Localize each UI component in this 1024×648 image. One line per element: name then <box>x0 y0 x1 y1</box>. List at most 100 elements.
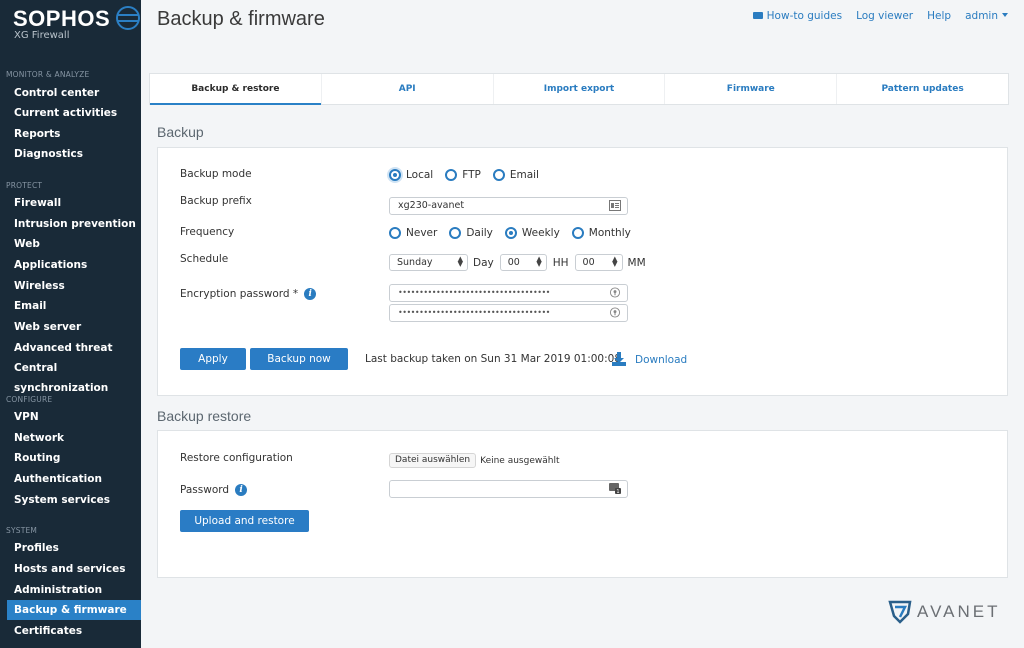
sidebar-item-reports[interactable]: Reports <box>7 124 141 144</box>
sidebar-item-email[interactable]: Email <box>7 296 141 316</box>
confirm-password-input[interactable]: •••••••••••••••••••••••••••••••••••• <box>389 304 628 322</box>
confirm-password-mask: •••••••••••••••••••••••••••••••••••• <box>398 308 550 317</box>
sidebar-item-hosts-and-services[interactable]: Hosts and services <box>7 559 141 579</box>
password-mask: •••••••••••••••••••••••••••••••••••• <box>398 288 550 297</box>
sidebar-item-routing[interactable]: Routing <box>7 448 141 468</box>
video-camera-icon <box>752 12 763 19</box>
key-icon <box>609 307 621 318</box>
radio-empty-icon <box>389 227 401 239</box>
tab-api[interactable]: API <box>322 74 494 104</box>
sidebar-item-system-services[interactable]: System services <box>7 490 141 510</box>
sidebar-item-web-server[interactable]: Web server <box>7 317 141 337</box>
brand-name: SOPHOS <box>13 6 111 31</box>
sidebar-item-backup-firmware[interactable]: Backup & firmware <box>7 600 141 620</box>
minute-select[interactable]: 00 ▲ ▼ <box>574 254 623 271</box>
radio-selected-icon <box>389 169 401 181</box>
sidebar-item-applications[interactable]: Applications <box>7 255 141 275</box>
user-menu[interactable]: admin <box>965 10 1008 22</box>
sidebar-item-authentication[interactable]: Authentication <box>7 469 141 489</box>
frequency-label: Frequency <box>180 226 235 238</box>
log-viewer-link[interactable]: Log viewer <box>856 10 913 22</box>
radio-selected-icon <box>504 227 517 239</box>
radio-daily-label: Daily <box>466 227 493 239</box>
download-label: Download <box>635 354 688 366</box>
file-status: Keine ausgewählt <box>480 455 560 466</box>
sidebar-item-intrusion-prevention[interactable]: Intrusion prevention <box>7 214 141 234</box>
radio-local[interactable]: Local <box>389 169 433 181</box>
backup-now-button[interactable]: Backup now <box>250 348 348 370</box>
sidebar-item-profiles[interactable]: Profiles <box>7 538 141 558</box>
restore-password-label: Password i <box>180 484 248 496</box>
password-manager-icon: 1 <box>609 483 621 494</box>
how-to-guides-link[interactable]: How-to guides <box>752 10 843 22</box>
backup-prefix-input[interactable]: xg230-avanet <box>389 197 628 215</box>
sidebar-item-web[interactable]: Web <box>7 234 141 254</box>
backup-prefix-label: Backup prefix <box>180 195 252 207</box>
day-select-value: Sunday <box>397 257 433 268</box>
section-system: SYSTEM <box>6 526 38 535</box>
download-link[interactable]: Download <box>611 351 687 366</box>
tab-pattern-updates[interactable]: Pattern updates <box>837 74 1008 104</box>
tab-bar: Backup & restore API Import export Firmw… <box>149 73 1009 105</box>
sidebar-item-control-center[interactable]: Control center <box>7 83 141 103</box>
sidebar-item-advanced-threat[interactable]: Advanced threat <box>7 338 141 358</box>
radio-weekly[interactable]: Weekly <box>504 227 560 239</box>
tab-backup-restore[interactable]: Backup & restore <box>150 74 322 105</box>
top-links: How-to guides Log viewer Help admin <box>752 10 1008 22</box>
backup-mode-label: Backup mode <box>180 168 252 180</box>
backup-prefix-value: xg230-avanet <box>398 200 465 211</box>
help-link[interactable]: Help <box>927 10 951 22</box>
radio-ftp[interactable]: FTP <box>445 169 481 181</box>
sidebar-item-central-synchronization[interactable]: Central synchronization <box>7 358 141 394</box>
sidebar-item-current-activities[interactable]: Current activities <box>7 103 141 123</box>
product-name: XG Firewall <box>14 30 70 41</box>
info-icon[interactable]: i <box>235 484 248 496</box>
hour-unit: HH <box>552 256 569 269</box>
hour-select-value: 00 <box>507 257 520 268</box>
upload-and-restore-button[interactable]: Upload and restore <box>180 510 309 532</box>
sidebar-item-firewall[interactable]: Firewall <box>7 193 141 213</box>
day-unit: Day <box>473 256 494 269</box>
avanet-shield-icon <box>888 600 912 624</box>
radio-email[interactable]: Email <box>492 169 539 181</box>
hour-select[interactable]: 00 ▲ ▼ <box>499 254 547 271</box>
tab-firmware[interactable]: Firmware <box>665 74 838 104</box>
radio-empty-icon <box>445 169 458 181</box>
caret-down-icon <box>1002 13 1008 17</box>
globe-icon <box>116 6 140 30</box>
sidebar-item-vpn[interactable]: VPN <box>7 407 141 427</box>
sidebar-item-wireless[interactable]: Wireless <box>7 276 141 296</box>
radio-empty-icon <box>449 227 462 239</box>
day-select[interactable]: Sunday ▲ ▼ <box>389 254 468 271</box>
last-backup-text: Last backup taken on Sun 31 Mar 2019 01:… <box>365 353 621 365</box>
select-arrows-icon: ▲ ▼ <box>612 255 618 268</box>
radio-daily[interactable]: Daily <box>449 227 493 239</box>
id-card-icon <box>609 200 621 211</box>
key-icon <box>609 287 621 298</box>
choose-file-button[interactable]: Datei auswählen <box>389 453 477 468</box>
info-icon[interactable]: i <box>304 288 317 300</box>
restore-password-input[interactable]: 1 <box>389 480 628 498</box>
apply-button[interactable]: Apply <box>180 348 246 370</box>
restore-configuration-label: Restore configuration <box>180 452 293 464</box>
tab-import-export[interactable]: Import export <box>494 74 666 104</box>
section-monitor: MONITOR & ANALYZE <box>6 70 90 79</box>
select-arrows-icon: ▲ ▼ <box>457 255 463 268</box>
radio-never[interactable]: Never <box>389 227 437 239</box>
restore-section-title: Backup restore <box>157 408 252 424</box>
sidebar-item-diagnostics[interactable]: Diagnostics <box>7 144 141 164</box>
radio-weekly-label: Weekly <box>521 227 560 239</box>
sidebar-item-certificates[interactable]: Certificates <box>7 621 141 641</box>
schedule-label: Schedule <box>180 253 229 265</box>
radio-monthly[interactable]: Monthly <box>571 227 631 239</box>
sidebar-item-administration[interactable]: Administration <box>7 580 141 600</box>
sidebar-item-network[interactable]: Network <box>7 428 141 448</box>
top-bar: Backup & firmware How-to guides Log view… <box>141 0 1024 40</box>
how-to-guides-label: How-to guides <box>766 10 843 22</box>
encryption-password-input[interactable]: •••••••••••••••••••••••••••••••••••• <box>389 284 628 302</box>
avanet-wordmark: AVANET <box>917 602 1001 621</box>
sidebar: SOPHOS XG Firewall MONITOR & ANALYZE Con… <box>0 0 141 648</box>
minute-select-value: 00 <box>582 257 595 268</box>
avanet-logo: AVANET <box>888 600 1001 624</box>
sophos-logo: SOPHOS <box>13 6 140 32</box>
